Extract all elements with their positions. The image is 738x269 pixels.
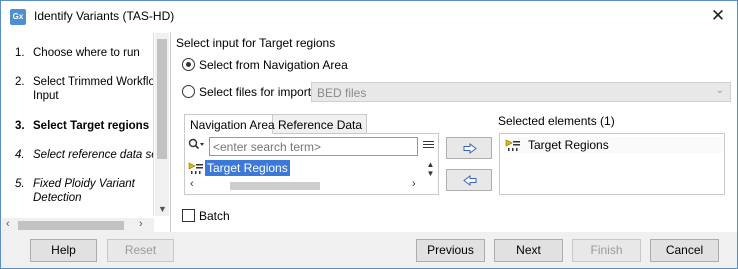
- remove-selection-button[interactable]: [446, 169, 492, 191]
- step-number: 2.: [15, 76, 25, 88]
- radio-label: Select from Navigation Area: [199, 58, 348, 72]
- step-label-continued: Input: [33, 90, 59, 102]
- dialog-window: Gx Identify Variants (TAS-HD) ✕ 1. Choos…: [0, 0, 738, 269]
- chevron-left-icon[interactable]: ‹: [6, 218, 10, 230]
- search-input[interactable]: [209, 137, 418, 156]
- radio-button[interactable]: [182, 85, 195, 98]
- step-label: Select Target regions: [33, 120, 150, 132]
- dialog-footer: Help Reset Previous Next Finish Cancel: [1, 232, 737, 268]
- scrollbar-thumb[interactable]: [157, 39, 167, 159]
- help-button[interactable]: Help: [30, 239, 97, 262]
- file-type-value: BED files: [317, 86, 367, 100]
- search-icon[interactable]: [188, 138, 206, 154]
- input-panel: Select input for Target regions Select f…: [170, 32, 737, 232]
- next-button[interactable]: Next: [494, 239, 563, 262]
- step-number: 3.: [15, 120, 25, 132]
- selected-elements-label: Selected elements (1): [498, 114, 615, 128]
- radio-label: Select files for import:: [199, 85, 315, 99]
- app-logo-icon: Gx: [10, 9, 26, 25]
- chevron-right-icon[interactable]: ›: [412, 178, 416, 190]
- track-icon: [505, 138, 521, 152]
- chevron-down-icon: ⌄: [715, 85, 724, 96]
- step-label-continued: Detection: [33, 192, 82, 204]
- chevron-left-icon[interactable]: ‹: [190, 178, 194, 190]
- tree-horizontal-scrollbar[interactable]: ‹ ›: [188, 178, 423, 192]
- chevron-down-icon[interactable]: ▼: [158, 204, 167, 214]
- scrollbar-thumb[interactable]: [230, 182, 320, 190]
- radio-button-checked[interactable]: [182, 58, 195, 71]
- step-number: 1.: [15, 47, 25, 59]
- add-selection-button[interactable]: [446, 137, 492, 159]
- dialog-content: 1. Choose where to run 2. Select Trimmed…: [1, 32, 737, 232]
- selected-elements-list: Target Regions: [499, 133, 725, 195]
- steps-vertical-scrollbar[interactable]: ▼: [155, 33, 169, 216]
- window-title: Identify Variants (TAS-HD): [34, 9, 175, 23]
- filter-menu-icon[interactable]: [423, 139, 434, 151]
- arrow-right-icon: [463, 143, 477, 154]
- step-label: Choose where to run: [33, 47, 140, 59]
- step-label: Select reference data se: [33, 149, 154, 161]
- title-bar: Gx Identify Variants (TAS-HD) ✕: [1, 1, 737, 32]
- reset-button[interactable]: Reset: [107, 239, 174, 262]
- file-type-select[interactable]: BED files ⌄: [311, 82, 731, 102]
- scrollbar-thumb[interactable]: [18, 221, 124, 230]
- step-number: 4.: [15, 149, 25, 161]
- arrow-left-icon: [463, 175, 477, 186]
- close-button[interactable]: ✕: [707, 6, 729, 28]
- tree-vertical-scroll[interactable]: ▲ ▼: [425, 160, 436, 180]
- track-icon: [188, 161, 204, 175]
- tab-reference-data[interactable]: Reference Data: [272, 114, 367, 134]
- tab-navigation-area[interactable]: Navigation Area: [184, 114, 275, 134]
- cancel-button[interactable]: Cancel: [650, 239, 719, 262]
- steps-horizontal-scrollbar[interactable]: ‹ ›: [2, 218, 154, 232]
- finish-button[interactable]: Finish: [572, 239, 641, 262]
- step-label: Fixed Ploidy Variant: [33, 178, 135, 190]
- step-label: Select Trimmed Workflow: [33, 76, 154, 88]
- tree-item-label: Target Regions: [205, 160, 290, 176]
- wizard-steps: 1. Choose where to run 2. Select Trimmed…: [2, 33, 154, 216]
- previous-button[interactable]: Previous: [416, 239, 485, 262]
- step-number: 5.: [15, 178, 25, 190]
- navigation-tree: Target Regions ▲▼ ‹ ›: [184, 133, 439, 195]
- search-row: [187, 137, 436, 156]
- selected-item-label: Target Regions: [528, 138, 609, 152]
- selected-item-target-regions[interactable]: Target Regions: [505, 137, 723, 153]
- batch-label: Batch: [199, 209, 230, 223]
- section-title: Select input for Target regions: [176, 36, 336, 50]
- chevron-right-icon[interactable]: ›: [139, 218, 143, 230]
- batch-checkbox[interactable]: [182, 209, 195, 222]
